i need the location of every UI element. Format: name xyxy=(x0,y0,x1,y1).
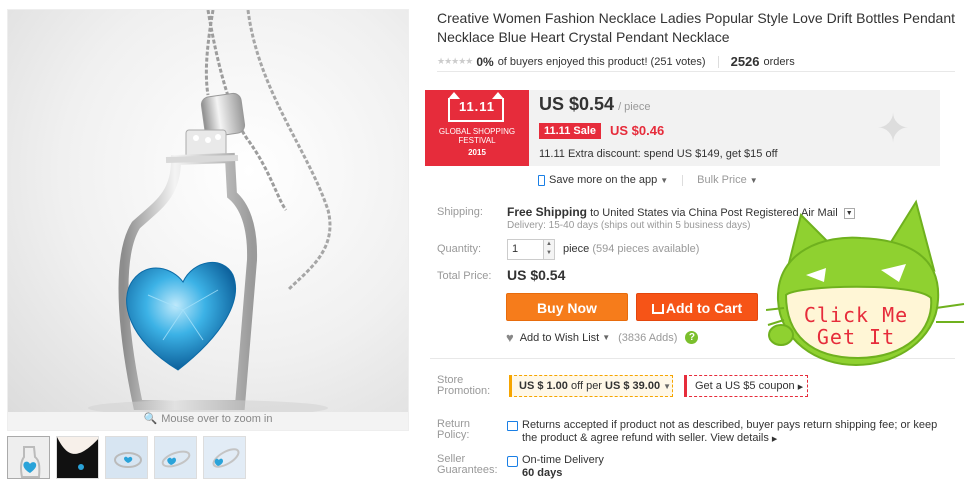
extra-discount: 11.11 Extra discount: spend US $149, get… xyxy=(539,148,778,160)
thumbnail-5[interactable] xyxy=(203,436,246,479)
available-count: (594 pieces available) xyxy=(592,243,700,255)
divider xyxy=(717,55,719,68)
price-unit: / piece xyxy=(618,101,651,113)
quantity-unit: piece xyxy=(563,243,590,255)
buy-now-button[interactable]: Buy Now xyxy=(506,293,628,321)
unit-price: US $0.54/ piece xyxy=(539,94,650,115)
store-discount-coupon[interactable]: US $ 1.00 off per US $ 39.00 ▼ xyxy=(509,375,673,397)
sparkle-icon: ✦ xyxy=(876,107,910,151)
rating-text[interactable]: of buyers enjoyed this product! (251 vot… xyxy=(498,56,706,68)
festival-badge: 11.11 GLOBAL SHOPPING FESTIVAL 2015 xyxy=(425,90,529,166)
seller-guarantees-label: Seller Guarantees: xyxy=(437,454,498,476)
price-value: US $0.54 xyxy=(539,94,615,114)
chevron-down-icon: ▼ xyxy=(602,333,611,342)
view-details-link[interactable]: View details xyxy=(710,432,769,444)
green-cat-icon xyxy=(765,199,965,367)
total-price: US $0.54 xyxy=(507,267,566,283)
return-icon xyxy=(507,421,518,431)
magnifier-icon: 🔍 xyxy=(143,413,158,425)
star-rating-icon[interactable]: ★★★★★ xyxy=(437,56,473,67)
help-icon[interactable]: ? xyxy=(685,331,699,344)
main-product-image[interactable] xyxy=(8,10,408,416)
sale-price: US $0.46 xyxy=(610,123,665,138)
thumbnail-4[interactable] xyxy=(154,436,197,479)
app-row: Save more on the app ▼ Bulk Price ▼ xyxy=(538,174,758,186)
quantity-stepper[interactable]: 1 ▲ ▼ xyxy=(507,239,555,260)
coupon-amount: US $ 1.00 xyxy=(519,380,568,392)
festival-year: 2015 xyxy=(468,148,486,157)
coupon-threshold: US $ 39.00 xyxy=(605,380,661,392)
price-box: 11.11 GLOBAL SHOPPING FESTIVAL 2015 US $… xyxy=(425,90,940,166)
click-me-line2: Get It xyxy=(816,325,896,349)
festival-line2: FESTIVAL xyxy=(458,136,496,145)
ontime-delivery: On-time Delivery 60 days xyxy=(522,454,604,480)
quantity-availability: piece (594 pieces available) xyxy=(563,243,699,255)
phone-icon xyxy=(538,174,545,186)
free-shipping-text: Free Shipping xyxy=(507,205,588,219)
promotion-label-line2: Promotion: xyxy=(437,385,491,397)
rating-row: ★★★★★ 0% of buyers enjoyed this product!… xyxy=(437,52,955,72)
click-me-cat-banner[interactable] xyxy=(765,190,966,380)
festival-title: GLOBAL SHOPPING FESTIVAL xyxy=(425,127,529,145)
thumbnail-pendant-image xyxy=(155,437,196,478)
product-image-viewer[interactable]: 🔍 Mouse over to zoom in xyxy=(7,9,409,431)
return-policy-label: Return Policy: xyxy=(437,419,470,441)
zoom-hint: 🔍 Mouse over to zoom in xyxy=(8,410,408,428)
ontime-delivery-days: 60 days xyxy=(522,467,563,479)
bulk-price-link[interactable]: Bulk Price xyxy=(697,174,747,186)
wishlist-count: (3836 Adds) xyxy=(618,331,678,344)
clock-icon xyxy=(507,456,518,467)
delivery-estimate: Delivery: 15-40 days (ships out within 5… xyxy=(507,220,751,231)
orders-label: orders xyxy=(763,55,795,68)
zoom-hint-text: Mouse over to zoom in xyxy=(161,413,273,425)
festival-line1: GLOBAL SHOPPING xyxy=(438,127,516,136)
return-policy-text: Returns accepted if product not as descr… xyxy=(522,419,942,446)
add-to-cart-button[interactable]: Add to Cart xyxy=(636,293,758,321)
quantity-input[interactable]: 1 xyxy=(512,243,518,255)
rating-percent: 0% xyxy=(476,54,494,69)
heart-icon[interactable]: ♥ xyxy=(506,330,514,345)
product-title: Creative Women Fashion Necklace Ladies P… xyxy=(437,10,956,45)
shipping-label: Shipping: xyxy=(437,206,483,218)
wishlist-row: ♥ Add to Wish List ▼ (3836 Adds) ? xyxy=(506,330,699,345)
festival-date: 11.11 xyxy=(458,99,496,114)
chevron-down-icon: ▼ xyxy=(749,175,758,185)
thumbnail-bottle-image xyxy=(8,437,49,478)
thumbnail-pendant-image xyxy=(204,437,245,478)
necklace-bottle-image xyxy=(88,10,332,416)
thumbnail-model-image xyxy=(57,437,98,478)
thumbnail-3[interactable] xyxy=(105,436,148,479)
quantity-label: Quantity: xyxy=(437,243,482,255)
total-price-label: Total Price: xyxy=(437,270,492,282)
chevron-right-icon: ▶ xyxy=(797,384,804,391)
thumbnail-strip xyxy=(7,436,246,479)
thumbnail-pendant-image xyxy=(106,437,147,478)
divider xyxy=(682,174,684,186)
return-label-line2: Policy: xyxy=(437,429,470,441)
ontime-delivery-label[interactable]: On-time Delivery xyxy=(522,454,604,467)
guarantees-label-line2: Guarantees: xyxy=(437,464,498,476)
click-me-text[interactable]: Click Me Get It xyxy=(796,304,916,348)
orders-count: 2526 xyxy=(730,54,760,69)
click-me-line1: Click Me xyxy=(803,303,909,327)
coupon-condition: off per xyxy=(570,380,602,392)
thumbnail-1[interactable] xyxy=(7,436,50,479)
save-more-app-link[interactable]: Save more on the app xyxy=(549,174,657,186)
add-to-cart-label: Add to Cart xyxy=(665,300,743,316)
sale-tag: 11.11 Sale xyxy=(539,123,601,139)
thumbnail-2[interactable] xyxy=(56,436,99,479)
stepper-arrows-icon[interactable]: ▲ ▼ xyxy=(543,240,554,259)
add-to-wishlist-link[interactable]: Add to Wish List xyxy=(520,332,599,344)
chevron-right-icon: ▶ xyxy=(771,436,778,443)
chevron-down-icon: ▼ xyxy=(660,175,669,185)
get-coupon-label: Get a US $5 coupon xyxy=(695,380,795,392)
chevron-down-icon: ▼ xyxy=(663,382,672,391)
cart-icon xyxy=(651,304,664,314)
store-promotion-label: Store Promotion: xyxy=(437,375,490,397)
